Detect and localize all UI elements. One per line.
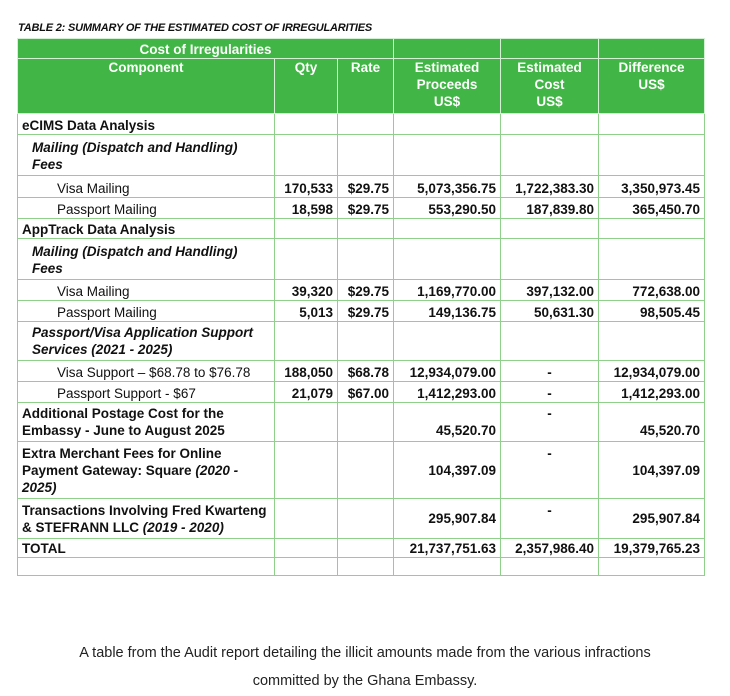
table-row: eCIMS Data Analysis — [17, 113, 705, 135]
table-row: Visa Mailing 39,320 $29.75 1,169,770.00 … — [17, 279, 705, 301]
empty-row — [17, 557, 705, 576]
row-label: Additional Postage Cost for the Embassy … — [17, 402, 275, 442]
total-label: TOTAL — [17, 538, 275, 558]
table-row: Additional Postage Cost for the Embassy … — [17, 402, 705, 442]
column-header-row: Component Qty Rate Estimated Proceeds US$ … — [17, 58, 705, 114]
row-label: Visa Mailing — [17, 175, 275, 198]
table-row: Visa Mailing 170,533 $29.75 5,073,356.75… — [17, 175, 705, 198]
group-header-row: Cost of Irregularities — [17, 38, 705, 59]
table-row: Mailing (Dispatch and Handling) Fees — [17, 238, 705, 280]
row-label: Extra Merchant Fees for Online Payment G… — [17, 441, 275, 499]
header-rate: Rate — [337, 58, 394, 114]
table-row: Visa Support – $68.78 to $76.78 188,050 … — [17, 360, 705, 382]
row-label: Passport Mailing — [17, 197, 275, 219]
table-row: AppTrack Data Analysis — [17, 218, 705, 239]
section-label: eCIMS Data Analysis — [17, 113, 275, 135]
row-label: Passport Support - $67 — [17, 381, 275, 403]
header-component: Component — [17, 58, 275, 114]
subsection-label: Passport/Visa Application Support Servic… — [17, 321, 275, 361]
figure-caption: A table from the Audit report detailing … — [79, 645, 651, 689]
table-row: Passport Support - $67 21,079 $67.00 1,4… — [17, 381, 705, 403]
row-label: Visa Support – $68.78 to $76.78 — [17, 360, 275, 382]
subsection-label: Mailing (Dispatch and Handling) Fees — [17, 134, 275, 176]
group-header: Cost of Irregularities — [17, 38, 394, 59]
row-label: Transactions Involving Fred Kwarteng & S… — [17, 498, 275, 539]
header-difference: Difference US$ — [598, 58, 705, 114]
table-row: Passport Mailing 5,013 $29.75 149,136.75… — [17, 300, 705, 322]
table-caption: TABLE 2: SUMMARY OF THE ESTIMATED COST O… — [18, 22, 373, 34]
section-label: AppTrack Data Analysis — [17, 218, 275, 239]
header-proceeds: Estimated Proceeds US$ — [393, 58, 501, 114]
header-qty: Qty — [274, 58, 338, 114]
table-row: Passport/Visa Application Support Servic… — [17, 321, 705, 361]
header-cost: Estimated Cost US$ — [500, 58, 599, 114]
cost-table: Cost of Irregularities Component Qty Rat… — [17, 38, 705, 576]
table-row: Extra Merchant Fees for Online Payment G… — [17, 441, 705, 499]
table-row: Mailing (Dispatch and Handling) Fees — [17, 134, 705, 176]
table-row: Transactions Involving Fred Kwarteng & S… — [17, 498, 705, 539]
total-row: TOTAL 21,737,751.63 2,357,986.40 19,379,… — [17, 538, 705, 558]
table-row: Passport Mailing 18,598 $29.75 553,290.5… — [17, 197, 705, 219]
row-label: Passport Mailing — [17, 300, 275, 322]
subsection-label: Mailing (Dispatch and Handling) Fees — [17, 238, 275, 280]
row-label: Visa Mailing — [17, 279, 275, 301]
